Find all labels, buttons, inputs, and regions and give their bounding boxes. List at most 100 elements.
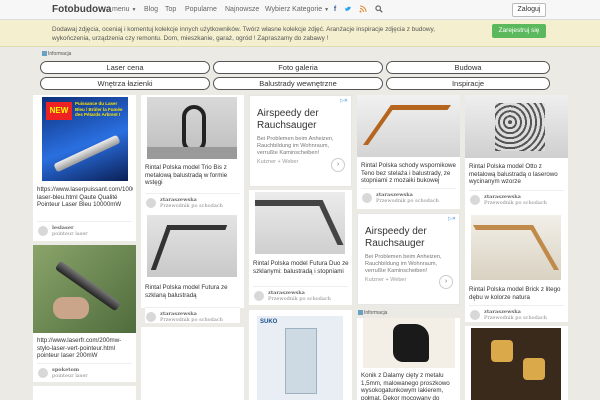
twitter-icon[interactable] bbox=[344, 5, 352, 14]
ad-title: Airspeedy der Rauchsauger bbox=[365, 226, 427, 249]
pin-author[interactable]: ztaraszewska Przewodnik po schodach bbox=[253, 286, 348, 302]
category-foto-galeria[interactable]: Foto galeria bbox=[213, 61, 383, 74]
pin-author[interactable]: ztaraszewska Przewodnik po schodach bbox=[469, 305, 564, 321]
pin-description: Rintal Polska model Trio Bis z metalową … bbox=[145, 164, 228, 186]
info-label-text: Informacja bbox=[364, 310, 388, 316]
author-board: pointeur laser bbox=[52, 231, 88, 237]
nav-newest[interactable]: Najnowsze bbox=[225, 6, 259, 13]
pin-card[interactable]: SUKO bbox=[249, 310, 352, 400]
pin-card[interactable]: NEW Puissance du Laser Bleu / Brûler la … bbox=[33, 95, 136, 241]
ad-arrow-button[interactable]: › bbox=[439, 275, 453, 289]
hand-shape bbox=[53, 297, 89, 319]
category-laser-cena[interactable]: Laser cena bbox=[40, 61, 210, 74]
nav-category-dropdown[interactable]: Wybierz Kategorie ▼ bbox=[265, 6, 329, 13]
category-balustrady[interactable]: Balustrady wewnętrzne bbox=[213, 77, 383, 90]
pin-image-caption: Puissance du Laser Bleu / Brûler la Fumé… bbox=[75, 101, 123, 117]
promo-badge: NEW bbox=[46, 102, 72, 120]
patterned-balustrade-shape bbox=[495, 103, 545, 151]
banner-text: Dodawaj zdjęcia, oceniaj i komentuj kole… bbox=[52, 26, 436, 42]
pin-description: Rintal Polska schody wspornikowe Teno be… bbox=[361, 162, 456, 184]
pin-image[interactable] bbox=[471, 215, 561, 280]
nav-popular[interactable]: Popularne bbox=[185, 6, 217, 13]
pin-card[interactable] bbox=[141, 327, 244, 400]
author-board: Przewodnik po schodach bbox=[268, 296, 331, 302]
pin-card[interactable]: http://www.laserfr.com/200mw-stylo-laser… bbox=[33, 245, 136, 382]
avatar bbox=[146, 198, 156, 208]
horse-decor-shape bbox=[393, 324, 429, 362]
lamp-shape bbox=[491, 340, 513, 362]
category-inspiracje[interactable]: Inspiracje bbox=[386, 77, 550, 90]
rss-icon[interactable] bbox=[359, 5, 367, 14]
pin-card[interactable]: Rintal Polska model Trio Bis z metalową … bbox=[141, 95, 244, 212]
pin-description: Rintal Polska model Otto z metalową balu… bbox=[469, 163, 558, 185]
pin-image[interactable] bbox=[147, 215, 237, 277]
nav-menu[interactable]: menu ▼ bbox=[112, 6, 136, 13]
author-board: Przewodnik po schodach bbox=[484, 200, 547, 206]
nav-category-label: Wybierz Kategorie bbox=[265, 6, 323, 13]
login-button[interactable]: Zaloguj bbox=[512, 3, 546, 17]
ad-choices-icon[interactable]: ▷✕ bbox=[336, 98, 348, 104]
pin-image[interactable] bbox=[363, 318, 455, 368]
pin-image[interactable] bbox=[465, 95, 568, 158]
pin-image[interactable]: NEW Puissance du Laser Bleu / Brûler la … bbox=[42, 97, 128, 181]
pin-card[interactable] bbox=[465, 326, 568, 400]
author-board: pointeur laser bbox=[52, 373, 88, 379]
search-icon[interactable] bbox=[375, 5, 383, 14]
site-logo[interactable]: Fotobudowa bbox=[52, 4, 111, 15]
register-button[interactable]: Zarejestruj się bbox=[492, 24, 546, 38]
lamp-shape bbox=[523, 358, 545, 380]
pin-description: Rintal Polska model Futura ze szklaną ba… bbox=[145, 284, 228, 299]
info-label: Informacja bbox=[358, 310, 387, 316]
pin-author[interactable]: ztaraszewska Przewodnik po schodach bbox=[145, 307, 240, 323]
chevron-down-icon: ▼ bbox=[324, 7, 330, 13]
pin-card[interactable]: Rintal Polska model Brick z litego dębu … bbox=[465, 212, 568, 322]
staircase-shape bbox=[182, 105, 206, 153]
pin-card[interactable]: Rintal Polska model Otto z metalową balu… bbox=[465, 95, 568, 212]
pin-card[interactable]: Rintal Polska schody wspornikowe Teno be… bbox=[357, 95, 460, 209]
ad-title: Airspeedy der Rauchsauger bbox=[257, 108, 319, 131]
staircase-shape bbox=[362, 105, 452, 145]
author-board: Przewodnik po schodach bbox=[160, 203, 223, 209]
pin-author[interactable]: spoketom pointeur laser bbox=[37, 363, 132, 379]
pin-card[interactable]: Rintal Polska model Futura ze szklaną ba… bbox=[141, 212, 244, 308]
floor-shape bbox=[147, 147, 237, 159]
pin-description: Rintal Polska model Futura Duo ze szklan… bbox=[253, 260, 349, 275]
category-budowa[interactable]: Budowa bbox=[386, 61, 550, 74]
pin-image[interactable] bbox=[33, 245, 136, 333]
ad-choices-icon[interactable]: ▷✕ bbox=[444, 216, 456, 222]
pin-image[interactable] bbox=[147, 97, 237, 159]
advertisement[interactable]: ▷✕ Airspeedy der Rauchsauger Bei Problem… bbox=[357, 213, 460, 305]
nav-top[interactable]: Top bbox=[165, 6, 176, 13]
pin-card[interactable] bbox=[33, 386, 136, 400]
info-icon bbox=[42, 51, 47, 57]
pin-card[interactable]: Rintal Polska model Futura Duo ze szklan… bbox=[249, 190, 352, 305]
ad-source: Kutzner + Weber bbox=[365, 277, 407, 283]
avatar bbox=[470, 310, 480, 320]
ad-body: Bei Problemen beim Anheizen, Rauchbildun… bbox=[257, 136, 334, 156]
pin-author[interactable]: leslaser pointeur laser bbox=[37, 221, 132, 237]
chevron-down-icon: ▼ bbox=[131, 7, 137, 13]
pin-card[interactable]: Konik z Dalamy cięty z metalu 1,5mm, mal… bbox=[357, 318, 460, 400]
pin-author[interactable]: ztaraszewska Przewodnik po schodach bbox=[361, 188, 456, 204]
avatar bbox=[38, 226, 48, 236]
avatar bbox=[470, 195, 480, 205]
pin-image[interactable]: SUKO bbox=[257, 316, 343, 400]
avatar bbox=[362, 193, 372, 203]
pin-author[interactable]: ztaraszewska Przewodnik po schodach bbox=[145, 193, 240, 209]
brand-logo: SUKO bbox=[260, 319, 278, 325]
pin-description: https://www.laserpuissant.com/10000mw-la… bbox=[37, 186, 133, 208]
pin-image[interactable] bbox=[255, 192, 345, 254]
advertisement[interactable]: ▷✕ Airspeedy der Rauchsauger Bei Problem… bbox=[249, 95, 352, 187]
pin-image[interactable] bbox=[357, 95, 460, 157]
category-wnetrza-lazienki[interactable]: Wnętrza łazienki bbox=[40, 77, 210, 90]
ad-arrow-button[interactable]: › bbox=[331, 158, 345, 172]
avatar bbox=[146, 312, 156, 322]
avatar bbox=[38, 368, 48, 378]
info-label-text: Informacja bbox=[48, 51, 72, 57]
author-board: Przewodnik po schodach bbox=[376, 198, 439, 204]
facebook-icon[interactable]: f bbox=[331, 5, 339, 14]
pin-author[interactable]: ztaraszewska Przewodnik po schodach bbox=[469, 190, 564, 206]
pin-description: Rintal Polska model Brick z litego dębu … bbox=[469, 286, 561, 301]
nav-blog[interactable]: Blog bbox=[144, 6, 158, 13]
pin-image[interactable] bbox=[471, 328, 561, 400]
